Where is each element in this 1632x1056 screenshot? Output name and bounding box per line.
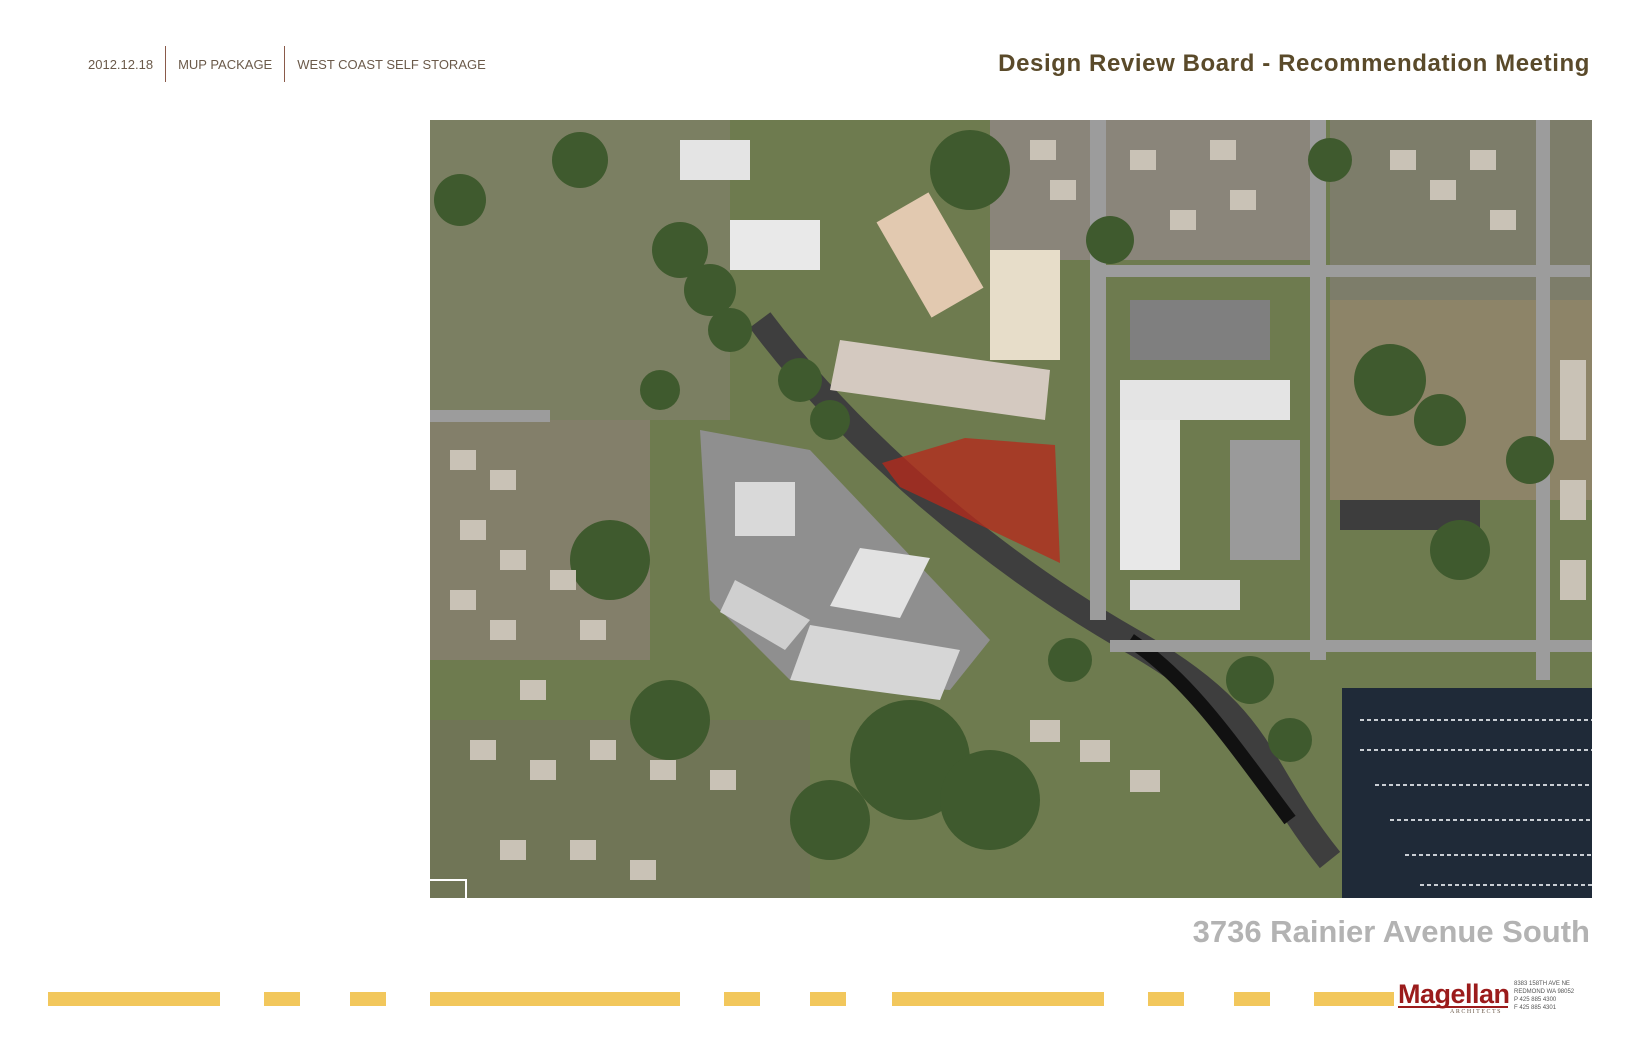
brand-address-line: P 425 885 4300 [1514,997,1557,1003]
header-date: 2012.12.18 [88,56,154,72]
brand-logo: Magellan [1398,979,1510,1009]
header-package: MUP PACKAGE [178,56,273,72]
dash-segment [264,992,300,1006]
header-meta: 2012.12.18 MUP PACKAGE WEST COAST SELF S… [88,46,498,82]
header-project: WEST COAST SELF STORAGE [297,56,486,72]
dash-segment [1148,992,1184,1006]
brand-address: 8383 158TH AVE NE REDMOND WA 98052 P 425… [1514,980,1594,1012]
aerial-site-photo [430,120,1592,898]
brand-subtitle: ARCHITECTS [1450,1009,1503,1015]
brand-address-line: F 425 885 4301 [1514,1005,1557,1011]
dash-segment [350,992,386,1006]
dash-segment [48,992,220,1006]
page-title: Design Review Board - Recommendation Mee… [998,50,1590,77]
decorative-dash-bar [0,992,1400,1006]
dash-segment [892,992,1104,1006]
dash-segment [810,992,846,1006]
dash-segment [1314,992,1394,1006]
dash-segment [1234,992,1270,1006]
brand-address-line: REDMOND WA 98052 [1514,989,1575,995]
site-address: 3736 Rainier Avenue South [1192,914,1590,949]
brand-logo-underline [1398,1006,1508,1008]
dash-segment [430,992,680,1006]
brand-address-line: 8383 158TH AVE NE [1514,981,1570,987]
dash-segment [724,992,760,1006]
brand-block: Magellan ARCHITECTS 8383 158TH AVE NE RE… [1398,980,1598,1016]
aerial-map-svg [430,120,1592,898]
